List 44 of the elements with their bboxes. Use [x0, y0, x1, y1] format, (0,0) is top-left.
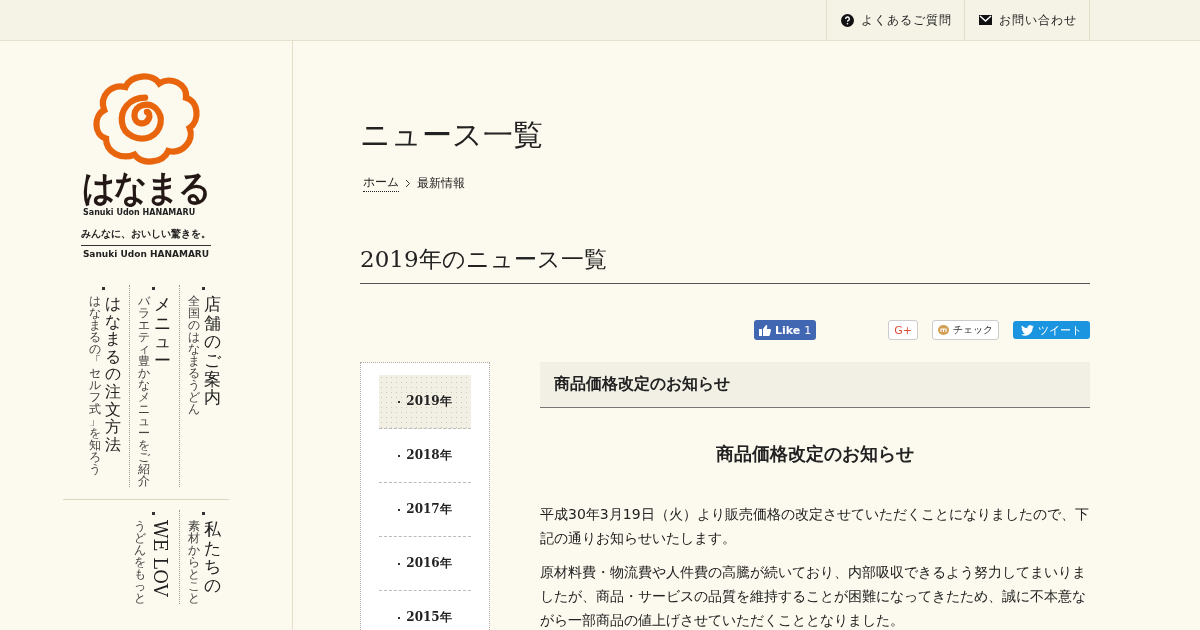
top-link[interactable]: お問い合わせ [964, 0, 1090, 40]
nav-subtitle: 素材からとこと [188, 520, 200, 604]
page-title: ニュース一覧 [360, 116, 544, 154]
bullet-icon [102, 287, 105, 290]
bullet-icon [202, 287, 205, 290]
like-button[interactable]: Like 1 [754, 320, 817, 340]
chevron-icon [405, 178, 411, 188]
help-icon [841, 13, 854, 27]
article-header: 商品価格改定のお知らせ [540, 362, 1090, 408]
mixi-button[interactable]: チェック [932, 320, 999, 340]
section-title: 2019年のニュース一覧 [360, 244, 1090, 284]
nav-title[interactable]: 私たちの [204, 520, 221, 604]
nav-subtitle: 全国のはなまるうどん [188, 295, 200, 418]
breadcrumb-link[interactable]: ホーム [363, 174, 399, 192]
year-link[interactable]: 2017年 [379, 483, 471, 537]
year-link[interactable]: 2015年 [379, 591, 471, 630]
article-paragraph: 平成30年3月19日（火）より販売価格の改定させていただくことになりましたので、下記の通りお知らせいたします。 [540, 505, 1090, 548]
bird-icon [1021, 324, 1034, 336]
brand-wordmark: はなまる [82, 169, 210, 206]
bullet-icon [152, 287, 155, 290]
bullet-icon [152, 512, 155, 515]
year-link[interactable]: 2019年 [379, 375, 471, 429]
brand-name: Sanuki Udon HANAMARU [82, 249, 210, 259]
year-link[interactable]: 2018年 [379, 429, 471, 483]
mixi-icon [938, 325, 949, 335]
nav-subtitle: はなまるの「セルフ式」を知ろう [89, 295, 101, 478]
bullet-icon [202, 512, 205, 515]
nav-subtitle: うどんをもっと [134, 520, 146, 604]
brand-tagline: みんなに、おいしい驚きを。 [81, 227, 211, 246]
nav-title[interactable]: メニュー [154, 295, 171, 487]
thumbs-up-icon [759, 324, 771, 336]
article-title: 商品価格改定のお知らせ [715, 442, 915, 466]
breadcrumb-text: 最新情報 [417, 174, 465, 192]
brand-subtitle: Sanuki Udon HANAMARU [83, 208, 196, 217]
nav-subtitle: バラエティ豊かなメニューをご紹介 [138, 295, 150, 487]
envelope-icon [979, 15, 992, 25]
nav-title[interactable]: はなまるの注文方法 [105, 295, 121, 487]
gplus-button[interactable]: G+ [888, 320, 918, 340]
year-link[interactable]: 2016年 [379, 537, 471, 591]
nav-title[interactable]: WE LOV [150, 520, 171, 604]
top-link[interactable]: よくあるご質問 [826, 0, 964, 40]
nav-title[interactable]: 店舗のご案内 [204, 295, 221, 487]
article-paragraph: 原材料費・物流費や人件費の高騰が続いており、内部吸収できるよう努力してまいりましたが、商品・サービスの品質を維持することが困難になってきたため、誠に不本意ながら一部商品の値上げさせていただくこととなりました。 [540, 563, 1087, 630]
flower-logo-icon [90, 71, 202, 167]
